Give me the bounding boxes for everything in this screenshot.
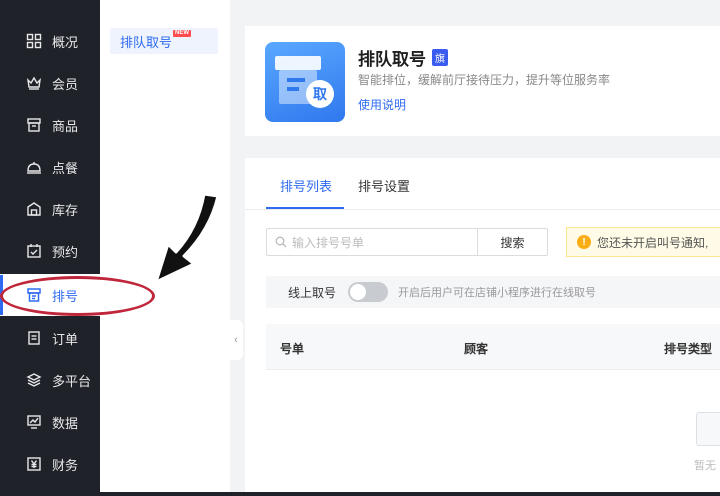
sidebar-item-label: 多平台 [52, 373, 92, 389]
online-ticket-label: 线上取号 [288, 285, 337, 300]
sidebar-item-label: 库存 [52, 202, 79, 218]
notice-text: 您还未开启叫号通知, [597, 235, 709, 250]
layers-icon [25, 371, 43, 389]
annotation-highlight-ellipse [0, 276, 155, 316]
shop-icon [25, 116, 43, 134]
column-customer: 顾客 [464, 342, 489, 356]
page-title: 排队取号 旗 [358, 45, 448, 70]
subnav-item-label: 排队取号 [120, 34, 173, 50]
sidebar-item-products[interactable]: 商品 [0, 105, 100, 145]
sidebar-item-label: 商品 [52, 118, 79, 134]
annotation-arrow-icon [154, 192, 220, 284]
page-title-text: 排队取号 [358, 50, 426, 69]
sidebar-item-finance[interactable]: 财务 [0, 444, 100, 484]
search-placeholder: 输入排号号单 [292, 235, 365, 250]
warning-icon: ! [577, 235, 591, 249]
call-notice-banner: ! 您还未开启叫号通知, [566, 227, 720, 257]
tab-queue-list[interactable]: 排号列表 [280, 176, 332, 195]
sidebar-item-label: 订单 [52, 331, 79, 347]
help-link[interactable]: 使用说明 [358, 96, 406, 113]
grid-icon [25, 32, 43, 50]
app-icon-char: 取 [313, 87, 328, 103]
column-queue-type: 排号类型 [664, 342, 713, 356]
search-input[interactable]: 输入排号号单 [266, 228, 478, 256]
empty-box-icon [696, 412, 720, 446]
sidebar-item-label: 点餐 [52, 160, 79, 176]
chart-monitor-icon [25, 413, 43, 431]
toggle-knob [350, 284, 367, 300]
table-header: 号单 顾客 排号类型 [266, 324, 720, 370]
order-list-icon [25, 329, 43, 347]
sidebar-item-data[interactable]: 数据 [0, 402, 100, 442]
sidebar-item-multi-platform[interactable]: 多平台 [0, 360, 100, 400]
main-sidebar: 概况 会员 商品 点餐 库存 预约 排号 订单 多平台 数据 财务 [0, 0, 100, 496]
page-description: 智能排位，缓解前厅接待压力，提升等位服务率 [358, 73, 611, 87]
sidebar-item-overview[interactable]: 概况 [0, 21, 100, 61]
sidebar-item-label: 概况 [52, 34, 79, 50]
calendar-check-icon [25, 242, 43, 260]
collapse-sidebar-button[interactable]: ‹ [229, 320, 243, 360]
search-button[interactable]: 搜索 [477, 228, 548, 256]
online-ticket-row: 线上取号 开启后用户可在店铺小程序进行在线取号 [266, 276, 720, 308]
sidebar-item-label: 预约 [52, 244, 79, 260]
sidebar-item-reservation[interactable]: 预约 [0, 231, 100, 271]
sidebar-item-orders[interactable]: 订单 [0, 318, 100, 358]
cloche-icon [25, 158, 43, 176]
subnav-item-queue-ticket[interactable]: 排队取号 NEW [110, 28, 218, 54]
sidebar-item-label: 数据 [52, 415, 79, 431]
active-tab-indicator [266, 207, 344, 209]
sidebar-item-members[interactable]: 会员 [0, 63, 100, 103]
tab-queue-settings[interactable]: 排号设置 [358, 176, 410, 195]
online-ticket-hint: 开启后用户可在店铺小程序进行在线取号 [398, 287, 597, 299]
new-badge: NEW [173, 30, 191, 37]
sidebar-item-label: 财务 [52, 457, 79, 473]
search-icon [275, 236, 287, 248]
empty-state-text: 暂无 [694, 460, 716, 472]
column-ticket-number: 号单 [280, 342, 305, 356]
sidebar-item-label: 会员 [52, 76, 79, 92]
yen-icon [25, 455, 43, 473]
warehouse-icon [25, 200, 43, 218]
chevron-left-icon: ‹ [234, 334, 238, 346]
crown-icon [25, 74, 43, 92]
sidebar-item-inventory[interactable]: 库存 [0, 189, 100, 229]
queue-app-icon: 取 [265, 42, 345, 122]
sidebar-item-ordering[interactable]: 点餐 [0, 147, 100, 187]
window-bottom-edge [0, 492, 720, 496]
tab-divider [245, 209, 720, 210]
online-ticket-toggle[interactable] [348, 282, 389, 302]
flagship-badge: 旗 [432, 49, 448, 66]
